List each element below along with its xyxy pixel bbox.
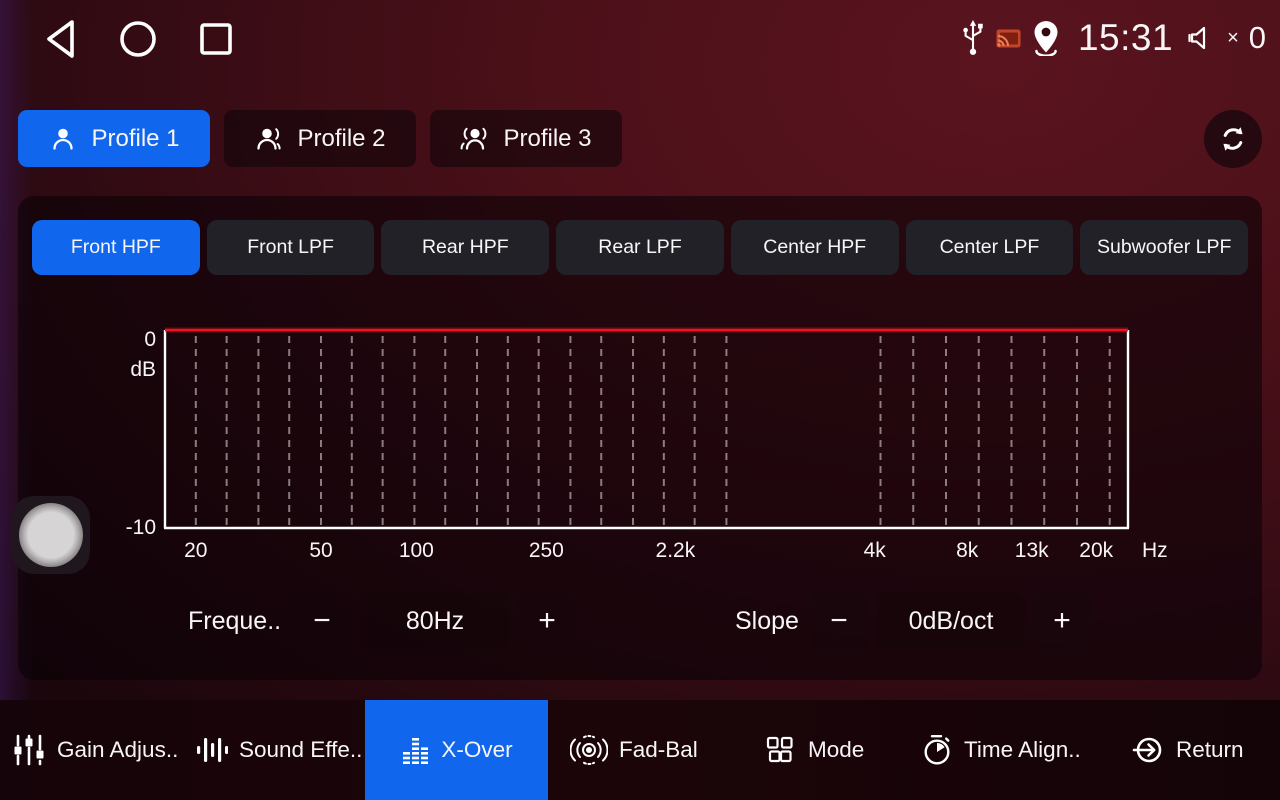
- svg-text:250: 250: [529, 539, 564, 562]
- svg-text:0: 0: [144, 328, 156, 351]
- nav-mode[interactable]: Mode: [763, 700, 864, 800]
- volume-mult-label: ×: [1227, 27, 1239, 50]
- svg-text:-10: -10: [126, 516, 156, 539]
- screen-cast-icon: [995, 28, 1022, 49]
- profile-2-tab[interactable]: Profile 2: [224, 110, 416, 167]
- profile-3-tab[interactable]: Profile 3: [430, 110, 622, 167]
- tab-rear-hpf[interactable]: Rear HPF: [381, 220, 549, 275]
- location-icon: [1031, 20, 1061, 56]
- svg-text:50: 50: [309, 539, 332, 562]
- nav-fad-bal[interactable]: Fad-Bal: [570, 700, 698, 800]
- nav-gain-adjust-label: Gain Adjus..: [57, 737, 178, 763]
- profile-3-label: Profile 3: [503, 125, 591, 153]
- svg-text:100: 100: [399, 539, 434, 562]
- time-alignment-icon: [921, 734, 953, 766]
- refresh-button[interactable]: [1204, 110, 1262, 168]
- profile-1-label: Profile 1: [91, 125, 179, 153]
- nav-x-over[interactable]: X-Over: [365, 700, 548, 800]
- slope-plus-button[interactable]: +: [1032, 592, 1092, 650]
- back-icon: [42, 18, 78, 60]
- mode-grid-icon: [763, 734, 797, 766]
- svg-text:20k: 20k: [1079, 539, 1113, 562]
- frequency-minus-button[interactable]: −: [292, 592, 352, 650]
- tab-front-lpf[interactable]: Front LPF: [207, 220, 375, 275]
- svg-text:4k: 4k: [864, 539, 887, 562]
- svg-text:8k: 8k: [956, 539, 979, 562]
- svg-text:13k: 13k: [1015, 539, 1049, 562]
- svg-text:dB: dB: [130, 358, 156, 381]
- frequency-label: Freque..: [188, 592, 281, 650]
- nav-x-over-label: X-Over: [441, 737, 512, 763]
- tab-subwoofer-lpf[interactable]: Subwoofer LPF: [1080, 220, 1248, 275]
- frequency-value: 80Hz: [360, 592, 510, 650]
- profile-1-tab[interactable]: Profile 1: [18, 110, 210, 167]
- crossover-eq-icon: [400, 735, 430, 765]
- recents-icon: [199, 22, 233, 56]
- svg-text:Hz: Hz: [1142, 539, 1168, 562]
- usb-icon: [960, 19, 986, 57]
- xover-panel: Front HPF Front LPF Rear HPF Rear LPF Ce…: [18, 196, 1262, 680]
- tab-center-hpf[interactable]: Center HPF: [731, 220, 899, 275]
- floating-knob[interactable]: [12, 496, 90, 574]
- gain-adjust-icon: [12, 733, 46, 767]
- svg-text:20: 20: [184, 539, 207, 562]
- nav-sound-effect[interactable]: Sound Effe..: [194, 700, 362, 800]
- bottom-nav-bar: Gain Adjus.. Sound Effe.. X-Over: [0, 700, 1280, 800]
- frequency-response-chart: 0 dB -10 20 50 100 250 2.2k 4k 8k 13k 20k Hz: [120, 320, 1180, 565]
- tab-front-hpf[interactable]: Front HPF: [32, 220, 200, 275]
- knob-ball-icon: [19, 503, 83, 567]
- slope-minus-button[interactable]: −: [810, 592, 868, 650]
- status-bar-right: 15:31 × 0: [960, 10, 1266, 66]
- profile-3-person-icon: [460, 124, 490, 154]
- nav-return[interactable]: Return: [1131, 700, 1244, 800]
- frequency-plus-button[interactable]: +: [517, 592, 577, 650]
- volume-muted-icon[interactable]: [1188, 24, 1216, 52]
- nav-time-align[interactable]: Time Align..: [921, 700, 1081, 800]
- slope-label: Slope: [735, 592, 799, 650]
- tab-rear-lpf[interactable]: Rear LPF: [556, 220, 724, 275]
- profile-2-label: Profile 2: [297, 125, 385, 153]
- profile-tabs: Profile 1 Profile 2 Profile 3: [18, 110, 622, 167]
- clock: 15:31: [1078, 17, 1173, 59]
- refresh-icon: [1218, 124, 1248, 154]
- tab-center-lpf[interactable]: Center LPF: [906, 220, 1074, 275]
- nav-gain-adjust[interactable]: Gain Adjus..: [12, 700, 178, 800]
- home-button[interactable]: [116, 16, 160, 62]
- android-nav-bar: [38, 16, 238, 62]
- fader-balance-icon: [570, 734, 608, 766]
- profile-2-person-icon: [254, 124, 284, 154]
- nav-return-label: Return: [1176, 737, 1244, 763]
- nav-fad-bal-label: Fad-Bal: [619, 737, 698, 763]
- filter-tab-row: Front HPF Front LPF Rear HPF Rear LPF Ce…: [32, 220, 1248, 275]
- back-button[interactable]: [38, 16, 82, 62]
- sound-effect-icon: [194, 733, 228, 767]
- return-arrow-icon: [1131, 734, 1165, 766]
- slope-value: 0dB/oct: [877, 592, 1025, 650]
- volume-value: 0: [1249, 20, 1266, 56]
- profile-1-person-icon: [48, 124, 78, 154]
- nav-sound-effect-label: Sound Effe..: [239, 737, 362, 763]
- home-icon: [119, 20, 157, 58]
- recents-button[interactable]: [194, 16, 238, 62]
- nav-mode-label: Mode: [808, 737, 864, 763]
- nav-time-align-label: Time Align..: [964, 737, 1081, 763]
- svg-text:2.2k: 2.2k: [656, 539, 696, 562]
